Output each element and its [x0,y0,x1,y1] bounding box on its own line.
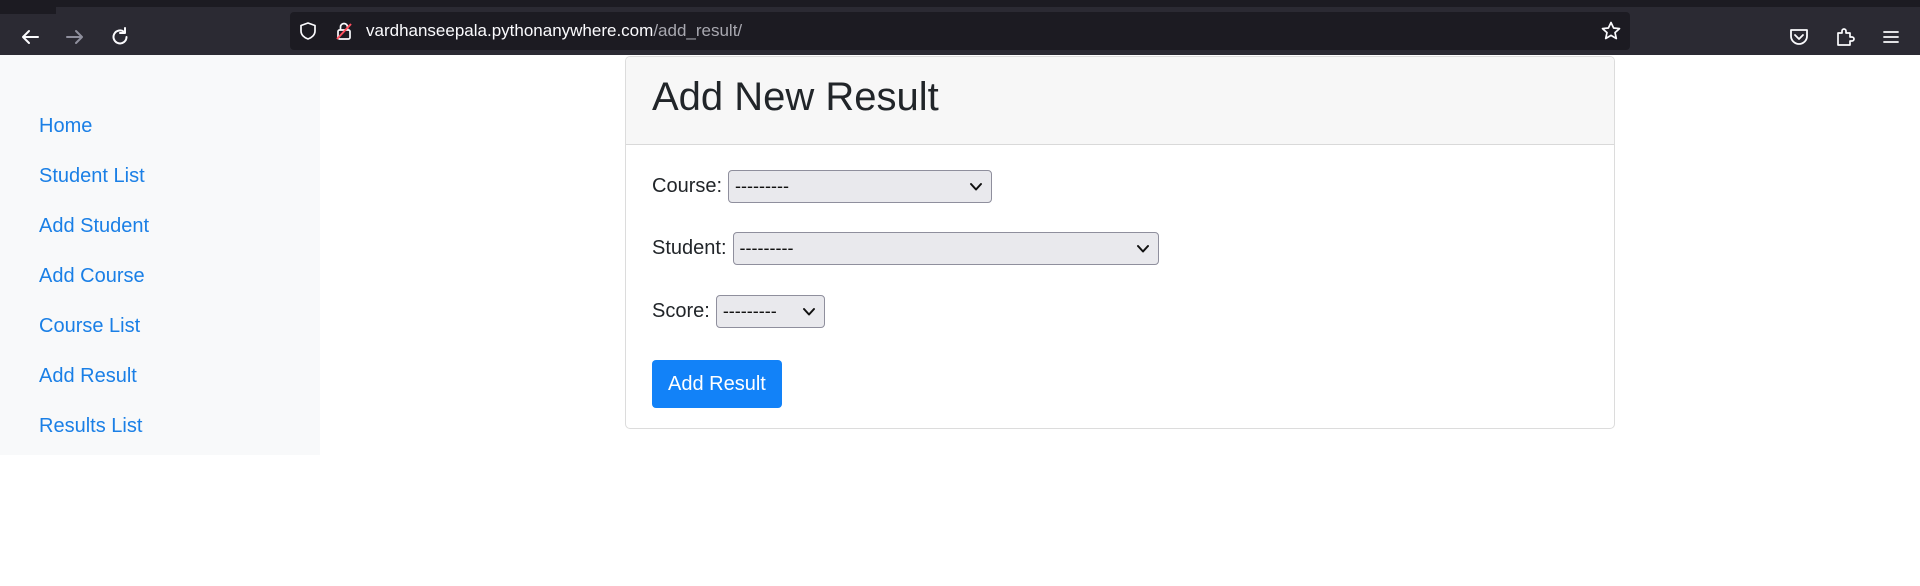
course-select-value: --------- [735,175,789,196]
url-path: /add_result/ [653,21,743,40]
sidebar-item-add-student[interactable]: Add Student [0,213,320,263]
reload-button[interactable] [102,19,138,55]
student-select[interactable]: --------- [732,231,1159,265]
url-host: vardhanseepala.pythonanywhere.com [366,21,654,40]
student-row: Student: --------- [652,231,1614,265]
course-row: Course: --------- [652,169,1614,203]
sidebar-item-add-result[interactable]: Add Result [0,363,320,413]
extensions-button[interactable] [1827,19,1863,55]
chevron-down-icon [970,182,983,190]
add-result-card: Add New Result Course: --------- Student… [625,56,1615,429]
student-label: Student: [652,236,727,259]
chevron-down-icon [1136,244,1149,252]
reload-icon [112,27,128,45]
card-header: Add New Result [626,57,1614,145]
score-row: Score: --------- [652,294,1614,328]
score-select-value: --------- [722,300,777,321]
star-icon[interactable] [1600,20,1622,42]
app-menu-button[interactable] [1873,19,1909,55]
pocket-icon [1790,29,1808,45]
back-arrow-icon [22,30,39,44]
sidebar-item-add-course[interactable]: Add Course [0,263,320,313]
puzzle-icon [1837,28,1855,46]
hamburger-menu-icon [1883,31,1899,43]
back-button[interactable] [12,19,48,55]
shield-icon[interactable] [298,21,318,41]
course-select[interactable]: --------- [728,169,993,203]
score-label: Score: [652,299,710,322]
url-text[interactable]: vardhanseepala.pythonanywhere.com/add_re… [366,21,742,41]
insecure-lock-icon[interactable] [334,21,354,41]
forward-button[interactable] [57,19,93,55]
tab-strip [0,7,56,14]
sidebar-item-student-list[interactable]: Student List [0,163,320,213]
student-select-value: --------- [739,237,794,258]
forward-arrow-icon [66,30,83,44]
sidebar: Home Student List Add Student Add Course… [0,55,320,455]
course-label: Course: [652,174,723,197]
chevron-down-icon [802,307,815,315]
address-bar[interactable]: vardhanseepala.pythonanywhere.com/add_re… [290,12,1630,50]
page-title: Add New Result [652,75,939,119]
add-result-form: Course: --------- Student: --------- Sco… [626,145,1614,408]
sidebar-item-home[interactable]: Home [0,113,320,163]
pocket-button[interactable] [1781,19,1817,55]
add-result-button[interactable]: Add Result [652,360,782,408]
score-select[interactable]: --------- [715,294,825,328]
browser-toolbar: vardhanseepala.pythonanywhere.com/add_re… [0,0,1920,55]
sidebar-item-results-list[interactable]: Results List [0,413,320,463]
sidebar-item-course-list[interactable]: Course List [0,313,320,363]
